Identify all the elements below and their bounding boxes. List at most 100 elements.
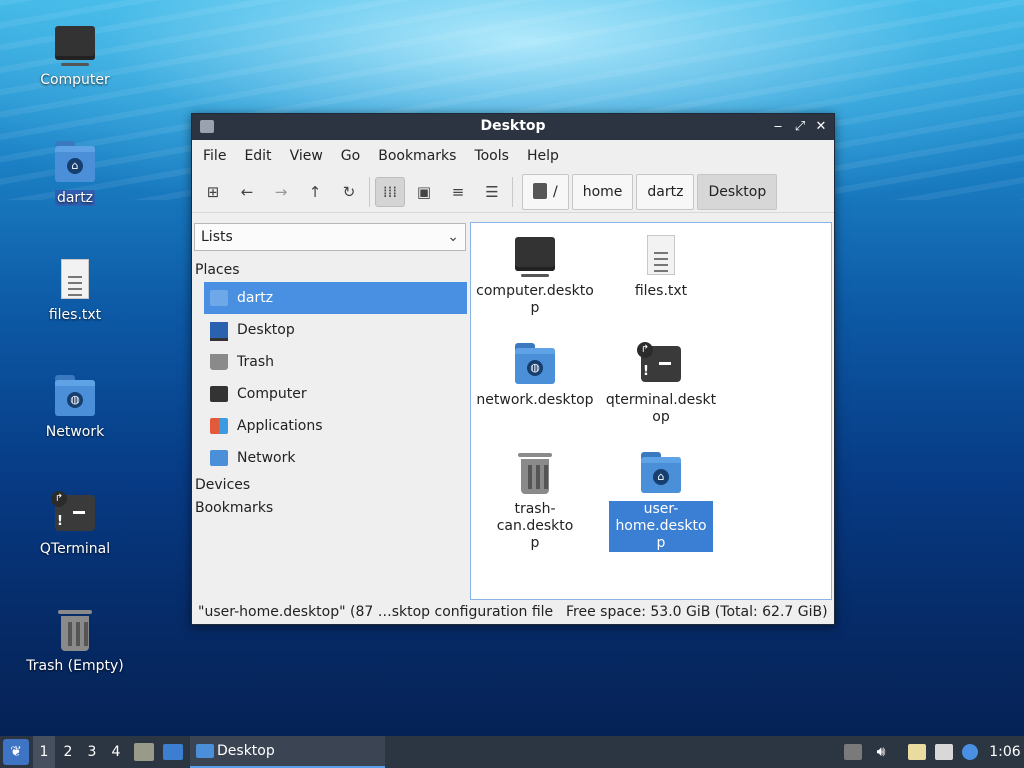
network-status-icon[interactable] bbox=[935, 744, 953, 760]
desktop-icon-network[interactable]: ◍ Network bbox=[20, 372, 130, 440]
volume-icon[interactable]: 🔊︎ bbox=[870, 736, 892, 768]
desktop-icon-label: Computer bbox=[40, 72, 110, 88]
clock[interactable]: 1:06 bbox=[986, 736, 1024, 768]
menu-edit[interactable]: Edit bbox=[235, 148, 280, 164]
sidebar-item-label: Network bbox=[237, 450, 296, 466]
menu-bookmarks[interactable]: Bookmarks bbox=[369, 148, 465, 164]
desktop-switch-4[interactable]: 4 bbox=[105, 736, 127, 768]
file-name: user-home.desktop bbox=[609, 501, 713, 552]
file-manager-window: Desktop ‒ ⤢ ✕ File Edit View Go Bookmark… bbox=[191, 113, 835, 625]
desktop-icon bbox=[210, 322, 228, 341]
app-menu-icon: ❦ bbox=[10, 744, 22, 760]
toolbar-separator bbox=[369, 177, 370, 207]
status-free-space: Free space: 53.0 GiB (Total: 62.7 GiB) bbox=[566, 604, 828, 620]
file-item[interactable]: trash-can.desktop bbox=[473, 449, 597, 552]
start-menu-button[interactable]: ❦ bbox=[3, 739, 29, 765]
trash-icon bbox=[210, 354, 228, 370]
home-folder-icon: ⌂ bbox=[51, 138, 99, 186]
desktop-switch-2[interactable]: 2 bbox=[57, 736, 79, 768]
sidebar-item-computer[interactable]: Computer bbox=[204, 378, 467, 410]
sidebar-item-dartz[interactable]: dartz bbox=[204, 282, 467, 314]
clipboard-icon[interactable] bbox=[908, 744, 926, 760]
devices-heading[interactable]: Devices bbox=[192, 474, 469, 497]
home-icon bbox=[210, 290, 228, 306]
file-item[interactable]: ↱! qterminal.desktop bbox=[599, 340, 723, 426]
show-desktop-icon[interactable] bbox=[163, 744, 183, 760]
network-icon bbox=[210, 450, 228, 466]
file-item[interactable]: ◍ network.desktop bbox=[473, 340, 597, 409]
reload-icon[interactable]: ↻ bbox=[334, 177, 364, 207]
terminal-icon: ↱! bbox=[637, 340, 685, 388]
file-manager-launcher-icon[interactable] bbox=[134, 743, 154, 761]
file-item[interactable]: files.txt bbox=[599, 231, 723, 300]
maximize-button[interactable]: ⤢ bbox=[790, 117, 810, 137]
detailed-list-icon[interactable]: ☰ bbox=[477, 177, 507, 207]
side-pane-mode-value: Lists bbox=[201, 229, 233, 245]
sidebar-item-network[interactable]: Network bbox=[204, 442, 467, 474]
desktop-icon-dartz[interactable]: ⌂ dartz bbox=[20, 138, 130, 206]
path-segment-desktop[interactable]: Desktop bbox=[697, 174, 778, 210]
side-pane-mode-select[interactable]: Lists ⌄ bbox=[194, 223, 466, 251]
text-file-icon bbox=[637, 231, 685, 279]
network-folder-icon: ◍ bbox=[51, 372, 99, 420]
back-icon[interactable]: ← bbox=[232, 177, 262, 207]
sidebar-item-label: Desktop bbox=[237, 322, 295, 338]
compact-view-icon[interactable]: ≡ bbox=[443, 177, 473, 207]
forward-icon[interactable]: → bbox=[266, 177, 296, 207]
toolbar: ⊞ ← → ↑ ↻ ⁞⁞⁞ ▣ ≡ ☰ / home dartz Desktop bbox=[192, 172, 834, 213]
file-name: network.desktop bbox=[476, 392, 594, 408]
file-view[interactable]: computer.desktop files.txt ◍ network.des… bbox=[470, 222, 832, 600]
side-pane: Lists ⌄ Places dartz Desktop Trash Compu… bbox=[192, 221, 469, 601]
menu-go[interactable]: Go bbox=[332, 148, 369, 164]
task-label: Desktop bbox=[217, 743, 275, 759]
menu-tools[interactable]: Tools bbox=[465, 148, 518, 164]
sidebar-item-desktop[interactable]: Desktop bbox=[204, 314, 467, 346]
drive-icon bbox=[533, 183, 547, 199]
desktop-icon-files-txt[interactable]: files.txt bbox=[20, 255, 130, 323]
minimize-button[interactable]: ‒ bbox=[768, 117, 788, 137]
taskbar: ❦ 1 2 3 4 Desktop 🔊︎ 1:06 bbox=[0, 736, 1024, 768]
desktop-icon-trash[interactable]: Trash (Empty) bbox=[20, 606, 130, 674]
window-title: Desktop bbox=[480, 118, 546, 134]
close-button[interactable]: ✕ bbox=[811, 117, 831, 137]
desktop-icon-computer[interactable]: Computer bbox=[20, 20, 130, 88]
eject-icon[interactable] bbox=[844, 744, 862, 760]
sidebar-item-trash[interactable]: Trash bbox=[204, 346, 467, 378]
computer-icon bbox=[51, 20, 99, 68]
thumbnail-view-icon[interactable]: ▣ bbox=[409, 177, 439, 207]
path-segment-dartz[interactable]: dartz bbox=[636, 174, 695, 210]
sidebar-item-label: Computer bbox=[237, 386, 307, 402]
folder-icon bbox=[196, 744, 214, 758]
menu-file[interactable]: File bbox=[194, 148, 235, 164]
bookmarks-heading[interactable]: Bookmarks bbox=[192, 497, 469, 520]
icon-view-icon[interactable]: ⁞⁞⁞ bbox=[375, 177, 405, 207]
desktop-icon-label: QTerminal bbox=[39, 541, 111, 557]
sidebar-item-applications[interactable]: Applications bbox=[204, 410, 467, 442]
desktop-icon-qterminal[interactable]: ↱! QTerminal bbox=[20, 489, 130, 557]
up-icon[interactable]: ↑ bbox=[300, 177, 330, 207]
file-item-selected[interactable]: ⌂ user-home.desktop bbox=[599, 449, 723, 552]
desktop-switch-3[interactable]: 3 bbox=[81, 736, 103, 768]
menu-help[interactable]: Help bbox=[518, 148, 568, 164]
desktop-icon-label: Network bbox=[45, 424, 105, 440]
path-segment-home[interactable]: home bbox=[571, 174, 634, 210]
menu-view[interactable]: View bbox=[281, 148, 332, 164]
sidebar-item-label: dartz bbox=[237, 290, 274, 306]
applications-icon bbox=[210, 418, 228, 434]
status-selection: "user-home.desktop" (87 …sktop configura… bbox=[198, 604, 554, 620]
sidebar-item-label: Trash bbox=[237, 354, 274, 370]
task-button-desktop[interactable]: Desktop bbox=[190, 736, 385, 768]
home-folder-icon: ⌂ bbox=[637, 449, 685, 497]
status-bar: "user-home.desktop" (87 …sktop configura… bbox=[192, 600, 834, 624]
title-bar[interactable]: Desktop ‒ ⤢ ✕ bbox=[192, 114, 834, 140]
trash-icon bbox=[51, 606, 99, 654]
terminal-icon: ↱! bbox=[51, 489, 99, 537]
notification-icon[interactable] bbox=[962, 744, 978, 760]
new-tab-icon[interactable]: ⊞ bbox=[198, 177, 228, 207]
desktop-switch-1[interactable]: 1 bbox=[33, 736, 55, 768]
desktop-icon-label: dartz bbox=[54, 190, 96, 206]
file-name: trash-can.desktop bbox=[496, 501, 574, 551]
path-root-button[interactable]: / bbox=[522, 174, 569, 210]
file-item[interactable]: computer.desktop bbox=[473, 231, 597, 317]
places-heading[interactable]: Places bbox=[192, 259, 469, 282]
